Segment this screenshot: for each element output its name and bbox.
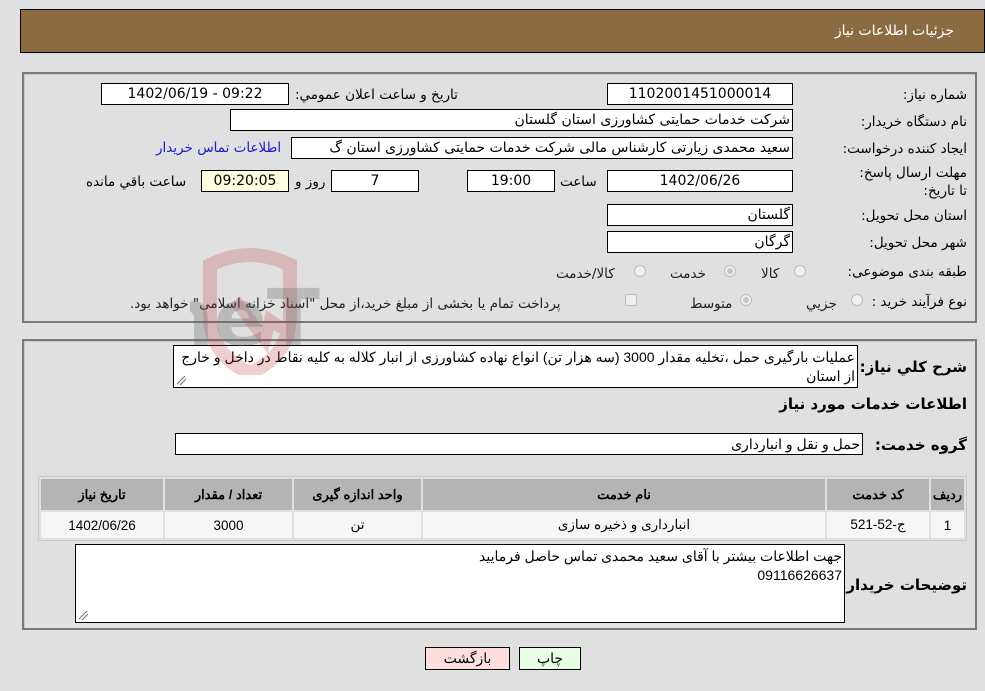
description-textarea[interactable]: عملیات بارگیری حمل ،تخلیه مقدار 3000 (سه…	[173, 345, 858, 388]
description-label: شرح کلي نياز:	[859, 358, 967, 376]
col-header-row-number: رديف	[931, 479, 964, 510]
announce-datetime-label: تاریخ و ساعت اعلان عمومي:	[295, 87, 458, 103]
buyer-contact-link[interactable]: اطلاعات تماس خریدار	[156, 140, 281, 156]
days-label: روز و	[295, 174, 326, 190]
services-section-title: اطلاعات خدمات مورد نياز	[779, 395, 967, 413]
requester-field[interactable]: سعید محمدی زیارتی کارشناس مالی شرکت خدما…	[291, 137, 793, 159]
time-remaining-field: 09:20:05	[201, 170, 289, 192]
cell-unit: تن	[294, 512, 421, 538]
back-button[interactable]: بازگشت	[425, 647, 510, 670]
service-group-field[interactable]: حمل و نقل و انبارداری	[175, 433, 863, 455]
deadline-label: مهلت ارسال پاسخ: تا تاریخ:	[859, 165, 967, 199]
buyer-notes-label: توضيحات خريدار:	[840, 576, 967, 594]
delivery-city-label: شهر محل تحویل:	[869, 235, 967, 251]
delivery-province-field[interactable]: گلستان	[607, 204, 793, 226]
cell-service-code: ج-52-521	[827, 512, 929, 538]
resize-grip-icon[interactable]	[79, 611, 88, 620]
announce-datetime-field[interactable]: 1402/06/19 - 09:22	[101, 83, 289, 105]
category-label: طبقه بندی موضوعی:	[847, 264, 967, 280]
cell-quantity: 3000	[165, 512, 292, 538]
category-goods-service-label: کالا/خدمت	[556, 266, 615, 282]
cell-row-number: 1	[931, 512, 964, 538]
time-remaining-label: ساعت باقي مانده	[86, 174, 187, 190]
days-remaining-field[interactable]: 7	[331, 170, 419, 192]
need-number-field[interactable]: 1102001451000014	[607, 83, 793, 105]
service-group-label: گروه خدمت:	[874, 436, 967, 454]
table-header-row: رديف کد خدمت نام خدمت واحد اندازه گيری ت…	[41, 479, 964, 510]
col-header-need-date: تاريخ نياز	[41, 479, 163, 510]
need-number-label: شماره نیاز:	[902, 87, 967, 103]
col-header-service-name: نام خدمت	[423, 479, 825, 510]
deadline-time-label: ساعت	[560, 174, 597, 190]
resize-grip-icon[interactable]	[177, 376, 186, 385]
treasury-bonds-note: پرداخت تمام یا بخشی از مبلغ خرید،از محل …	[130, 296, 561, 312]
cell-service-name: انبارداری و ذخیره سازی	[423, 512, 825, 538]
services-table: رديف کد خدمت نام خدمت واحد اندازه گيری ت…	[38, 476, 967, 541]
page-header: جزئیات اطلاعات نیاز	[20, 9, 985, 53]
category-service-radio[interactable]	[724, 265, 736, 277]
col-header-quantity: تعداد / مقدار	[165, 479, 292, 510]
delivery-city-field[interactable]: گرگان	[607, 231, 793, 253]
requester-label: ایجاد کننده درخواست:	[842, 141, 967, 157]
process-medium-label: متوسط	[690, 296, 733, 312]
description-text: عملیات بارگیری حمل ،تخلیه مقدار 3000 (سه…	[181, 349, 855, 384]
buyer-org-label: نام دستگاه خريدار:	[860, 114, 967, 130]
process-minor-radio[interactable]	[851, 294, 863, 306]
deadline-time-field[interactable]: 19:00	[467, 170, 555, 192]
category-goods-radio[interactable]	[794, 265, 806, 277]
col-header-service-code: کد خدمت	[827, 479, 929, 510]
category-service-label: خدمت	[670, 266, 706, 282]
treasury-bonds-checkbox[interactable]	[625, 294, 637, 306]
buyer-notes-textarea[interactable]: جهت اطلاعات بیشتر با آقای سعید محمدی تما…	[75, 544, 845, 623]
buyer-org-field[interactable]: شرکت خدمات حمایتی کشاورزی استان گلستان	[230, 109, 793, 131]
table-row: 1 ج-52-521 انبارداری و ذخیره سازی تن 300…	[41, 512, 964, 538]
process-medium-radio[interactable]	[740, 294, 752, 306]
purchase-process-label: نوع فرآیند خرید :	[871, 294, 967, 310]
category-goods-label: کالا	[761, 266, 780, 282]
deadline-date-field[interactable]: 1402/06/26	[607, 170, 793, 192]
cell-need-date: 1402/06/26	[41, 512, 163, 538]
page-title: جزئیات اطلاعات نیاز	[834, 23, 954, 39]
col-header-unit: واحد اندازه گيری	[294, 479, 421, 510]
buyer-notes-line1: جهت اطلاعات بیشتر با آقای سعید محمدی تما…	[479, 548, 842, 564]
category-goods-service-radio[interactable]	[634, 265, 646, 277]
process-minor-label: جزيي	[806, 296, 837, 312]
delivery-province-label: استان محل تحویل:	[861, 208, 967, 224]
print-button[interactable]: چاپ	[519, 647, 581, 670]
buyer-notes-phone: 09116626637	[757, 567, 842, 583]
